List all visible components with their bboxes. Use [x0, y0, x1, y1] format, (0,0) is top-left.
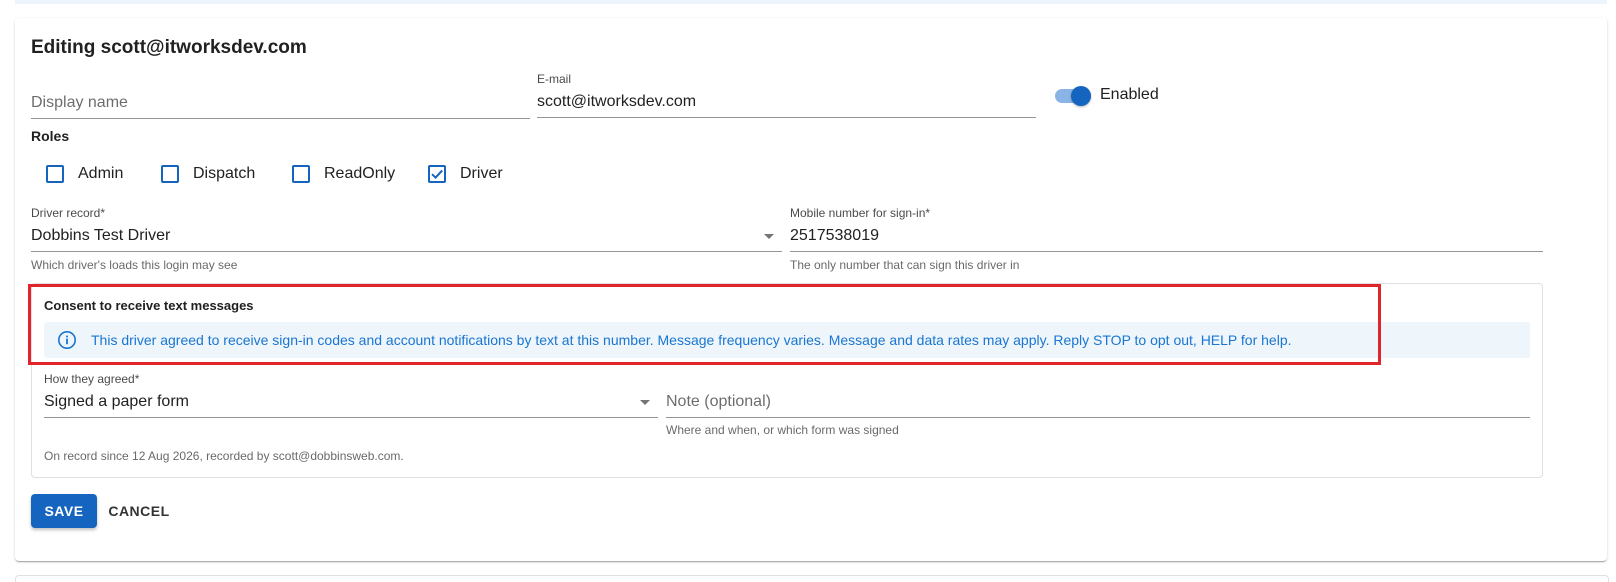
checkbox-unchecked-icon	[161, 165, 179, 183]
display-name-underline	[31, 118, 530, 119]
role-label: Dispatch	[193, 165, 256, 182]
email-field[interactable]: E-mail scott@itworksdev.com	[537, 72, 1036, 118]
page-title: Editing scott@itworksdev.com	[31, 37, 307, 58]
toggle-thumb	[1071, 86, 1091, 106]
roles-label: Roles	[31, 128, 70, 144]
role-label: Driver	[460, 165, 503, 182]
role-admin-checkbox[interactable]: Admin	[46, 164, 123, 184]
consent-title: Consent to receive text messages	[44, 298, 254, 313]
email-label: E-mail	[537, 72, 572, 86]
mobile-number-label: Mobile number for sign-in*	[790, 206, 931, 220]
role-label: Admin	[78, 165, 124, 182]
how-agreed-label: How they agreed*	[44, 372, 140, 386]
save-button[interactable]: SAVE	[31, 494, 97, 528]
consent-record-note: On record since 12 Aug 2026, recorded by…	[44, 449, 404, 463]
note-input[interactable]: Note (optional) Where and when, or which…	[666, 372, 1530, 442]
previous-card-edge	[15, 0, 1607, 4]
email-underline	[537, 117, 1036, 118]
dropdown-arrow-icon	[640, 400, 650, 405]
enabled-label: Enabled	[1100, 86, 1159, 103]
how-agreed-value: Signed a paper form	[44, 393, 189, 410]
mobile-number-field[interactable]: Mobile number for sign-in* 2517538019 Th…	[790, 206, 1543, 276]
enabled-toggle[interactable]	[1055, 86, 1093, 106]
driver-record-value: Dobbins Test Driver	[31, 227, 171, 244]
cancel-button[interactable]: CANCEL	[101, 494, 177, 528]
edit-user-card: Editing scott@itworksdev.com Display nam…	[15, 18, 1607, 561]
note-placeholder: Note (optional)	[666, 393, 771, 410]
info-icon	[56, 329, 78, 351]
mobile-number-value: 2517538019	[790, 227, 879, 244]
consent-panel: Consent to receive text messages This dr…	[31, 283, 1543, 478]
display-name-field[interactable]: Display name	[31, 76, 530, 120]
driver-record-hint: Which driver's loads this login may see	[31, 258, 238, 272]
checkbox-unchecked-icon	[292, 165, 310, 183]
checkbox-unchecked-icon	[46, 165, 64, 183]
driver-record-select[interactable]: Driver record* Dobbins Test Driver Which…	[31, 206, 782, 276]
role-driver-checkbox[interactable]: Driver	[428, 164, 503, 184]
how-agreed-select[interactable]: How they agreed* Signed a paper form	[44, 372, 658, 420]
note-underline	[666, 417, 1530, 418]
mobile-number-hint: The only number that can sign this drive…	[790, 258, 1020, 272]
checkbox-checked-icon	[428, 165, 446, 183]
email-value: scott@itworksdev.com	[537, 93, 697, 110]
consent-info-banner: This driver agreed to receive sign-in co…	[44, 322, 1530, 358]
driver-record-underline	[31, 251, 782, 252]
note-hint: Where and when, or which form was signed	[666, 423, 899, 437]
driver-record-label: Driver record*	[31, 206, 106, 220]
dropdown-arrow-icon	[764, 234, 774, 239]
display-name-placeholder: Display name	[31, 94, 128, 111]
how-agreed-underline	[44, 417, 658, 418]
consent-info-text: This driver agreed to receive sign-in co…	[91, 332, 1292, 348]
mobile-number-underline	[790, 251, 1543, 252]
role-readonly-checkbox[interactable]: ReadOnly	[292, 164, 395, 184]
role-dispatch-checkbox[interactable]: Dispatch	[161, 164, 255, 184]
role-label: ReadOnly	[324, 165, 396, 182]
